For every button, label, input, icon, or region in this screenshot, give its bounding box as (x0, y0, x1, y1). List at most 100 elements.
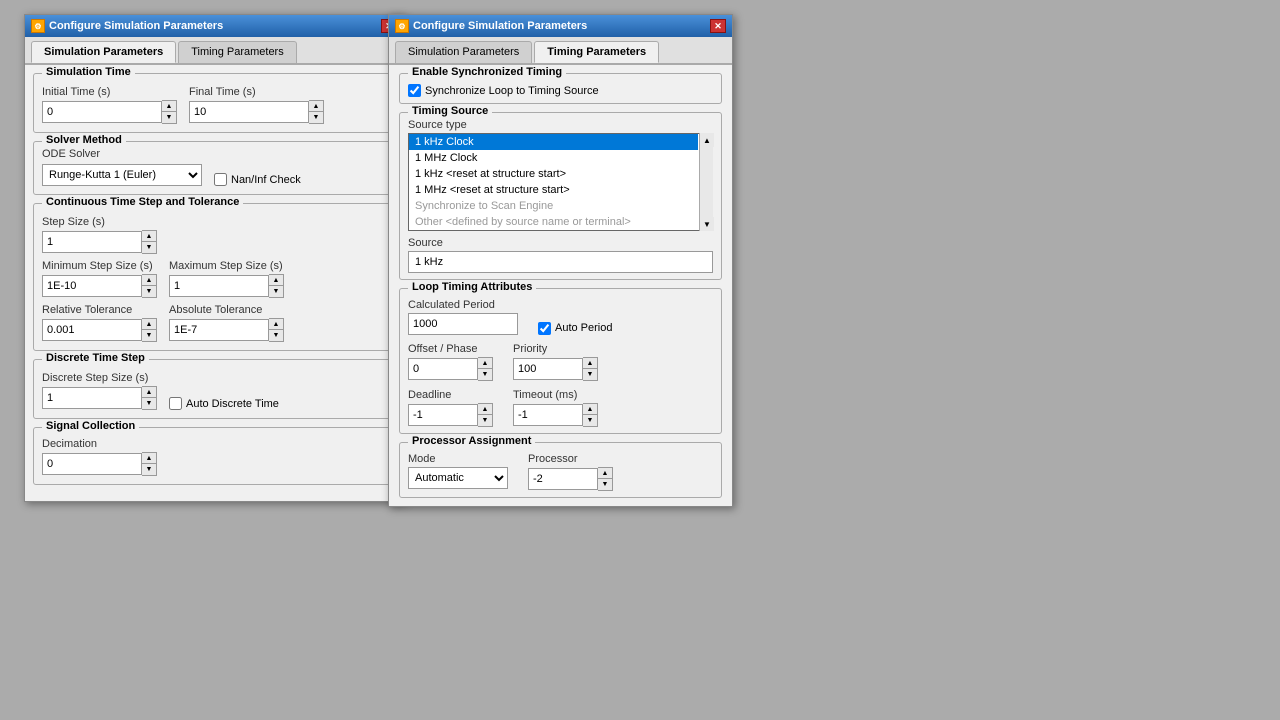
ode-solver-label: ODE Solver (42, 148, 100, 160)
timing-source-group: Timing Source Source type 1 kHz Clock 1 … (399, 112, 722, 280)
final-time-up[interactable]: ▲ (309, 101, 323, 112)
simulation-time-label: Simulation Time (42, 66, 135, 78)
dropdown-item-1[interactable]: 1 MHz Clock (409, 150, 698, 166)
tab-timing-params-w2[interactable]: Timing Parameters (534, 41, 659, 63)
offset-phase-up[interactable]: ▲ (478, 358, 492, 369)
processor-assignment-group: Processor Assignment Mode Automatic Proc… (399, 442, 722, 498)
initial-time-down[interactable]: ▼ (162, 112, 176, 123)
nan-inf-check[interactable] (214, 173, 227, 186)
rel-tol-down[interactable]: ▼ (142, 330, 156, 341)
calc-period-label: Calculated Period (408, 299, 495, 311)
window2: ⚙ Configure Simulation Parameters ✕ Simu… (388, 14, 733, 507)
window1-icon: ⚙ (31, 19, 45, 33)
decimation-input[interactable] (42, 453, 142, 475)
step-size-up[interactable]: ▲ (142, 231, 156, 242)
loop-timing-label: Loop Timing Attributes (408, 281, 536, 293)
timeout-up[interactable]: ▲ (583, 404, 597, 415)
continuous-time-group: Continuous Time Step and Tolerance Step … (33, 203, 395, 351)
abs-tol-up[interactable]: ▲ (269, 319, 283, 330)
ode-solver-select[interactable]: Runge-Kutta 1 (Euler) (42, 164, 202, 186)
timeout-input[interactable] (513, 404, 583, 426)
tab-simulation-params-w1[interactable]: Simulation Parameters (31, 41, 176, 63)
final-time-down[interactable]: ▼ (309, 112, 323, 123)
dropdown-scrollbar[interactable]: ▲ ▼ (699, 133, 713, 231)
solver-method-label: Solver Method (42, 134, 126, 146)
processor-up[interactable]: ▲ (598, 468, 612, 479)
processor-input[interactable] (528, 468, 598, 490)
auto-discrete-check[interactable] (169, 397, 182, 410)
rel-tol-label: Relative Tolerance (42, 304, 157, 316)
auto-period-check[interactable] (538, 322, 551, 335)
decimation-down[interactable]: ▼ (142, 464, 156, 475)
window1-titlebar: ⚙ Configure Simulation Parameters ✕ (25, 15, 403, 37)
discrete-step-input[interactable] (42, 387, 142, 409)
scroll-down-button[interactable]: ▼ (700, 217, 714, 231)
min-step-up[interactable]: ▲ (142, 275, 156, 286)
solver-method-group: Solver Method ODE Solver Runge-Kutta 1 (… (33, 141, 395, 195)
processor-down[interactable]: ▼ (598, 479, 612, 490)
dropdown-item-2[interactable]: 1 kHz <reset at structure start> (409, 166, 698, 182)
window1-tab-bar: Simulation Parameters Timing Parameters (25, 37, 403, 65)
deadline-down[interactable]: ▼ (478, 415, 492, 426)
step-size-down[interactable]: ▼ (142, 242, 156, 253)
tab-simulation-params-w2[interactable]: Simulation Parameters (395, 41, 532, 63)
timeout-down[interactable]: ▼ (583, 415, 597, 426)
min-step-input[interactable] (42, 275, 142, 297)
processor-assignment-label: Processor Assignment (408, 435, 535, 447)
calc-period-input[interactable] (408, 313, 518, 335)
dropdown-item-5: Other <defined by source name or termina… (409, 214, 698, 230)
dropdown-item-0[interactable]: 1 kHz Clock (409, 134, 698, 150)
rel-tol-up[interactable]: ▲ (142, 319, 156, 330)
window2-tab-bar: Simulation Parameters Timing Parameters (389, 37, 732, 65)
priority-up[interactable]: ▲ (583, 358, 597, 369)
initial-time-input[interactable] (42, 101, 162, 123)
decimation-up[interactable]: ▲ (142, 453, 156, 464)
deadline-input[interactable] (408, 404, 478, 426)
nan-inf-label: Nan/Inf Check (231, 174, 301, 186)
offset-phase-down[interactable]: ▼ (478, 369, 492, 380)
step-size-input[interactable] (42, 231, 142, 253)
discrete-step-down[interactable]: ▼ (142, 398, 156, 409)
rel-tol-input[interactable] (42, 319, 142, 341)
decimation-label: Decimation (42, 438, 386, 450)
final-time-input[interactable] (189, 101, 309, 123)
discrete-step-up[interactable]: ▲ (142, 387, 156, 398)
initial-time-field: Initial Time (s) ▲ ▼ (42, 86, 177, 124)
discrete-time-group: Discrete Time Step Discrete Step Size (s… (33, 359, 395, 419)
final-time-label: Final Time (s) (189, 86, 324, 98)
priority-input[interactable] (513, 358, 583, 380)
max-step-label: Maximum Step Size (s) (169, 260, 284, 272)
enable-sync-group: Enable Synchronized Timing Synchronize L… (399, 73, 722, 104)
max-step-up[interactable]: ▲ (269, 275, 283, 286)
scroll-up-button[interactable]: ▲ (700, 133, 714, 147)
mode-label: Mode (408, 453, 436, 465)
auto-discrete-label: Auto Discrete Time (186, 398, 279, 410)
priority-down[interactable]: ▼ (583, 369, 597, 380)
abs-tol-down[interactable]: ▼ (269, 330, 283, 341)
simulation-time-group: Simulation Time Initial Time (s) ▲ ▼ Fin… (33, 73, 395, 133)
max-step-down[interactable]: ▼ (269, 286, 283, 297)
initial-time-label: Initial Time (s) (42, 86, 177, 98)
abs-tol-label: Absolute Tolerance (169, 304, 284, 316)
loop-timing-group: Loop Timing Attributes Calculated Period… (399, 288, 722, 434)
deadline-up[interactable]: ▲ (478, 404, 492, 415)
tab-timing-params-w1[interactable]: Timing Parameters (178, 41, 297, 63)
offset-phase-label: Offset / Phase (408, 343, 478, 355)
window2-title: Configure Simulation Parameters (413, 20, 587, 32)
initial-time-up[interactable]: ▲ (162, 101, 176, 112)
dropdown-item-3[interactable]: 1 MHz <reset at structure start> (409, 182, 698, 198)
mode-select[interactable]: Automatic (408, 467, 508, 489)
sync-loop-check[interactable] (408, 84, 421, 97)
auto-period-label: Auto Period (555, 322, 612, 334)
source-type-dropdown[interactable]: 1 kHz Clock 1 MHz Clock 1 kHz <reset at … (408, 133, 713, 231)
final-time-field: Final Time (s) ▲ ▼ (189, 86, 324, 124)
discrete-step-label: Discrete Step Size (s) (42, 372, 157, 384)
dropdown-item-4: Synchronize to Scan Engine (409, 198, 698, 214)
max-step-input[interactable] (169, 275, 269, 297)
abs-tol-input[interactable] (169, 319, 269, 341)
sync-loop-label: Synchronize Loop to Timing Source (425, 85, 599, 97)
min-step-down[interactable]: ▼ (142, 286, 156, 297)
signal-collection-group: Signal Collection Decimation ▲ ▼ (33, 427, 395, 485)
offset-phase-input[interactable] (408, 358, 478, 380)
window2-close-button[interactable]: ✕ (710, 19, 726, 33)
